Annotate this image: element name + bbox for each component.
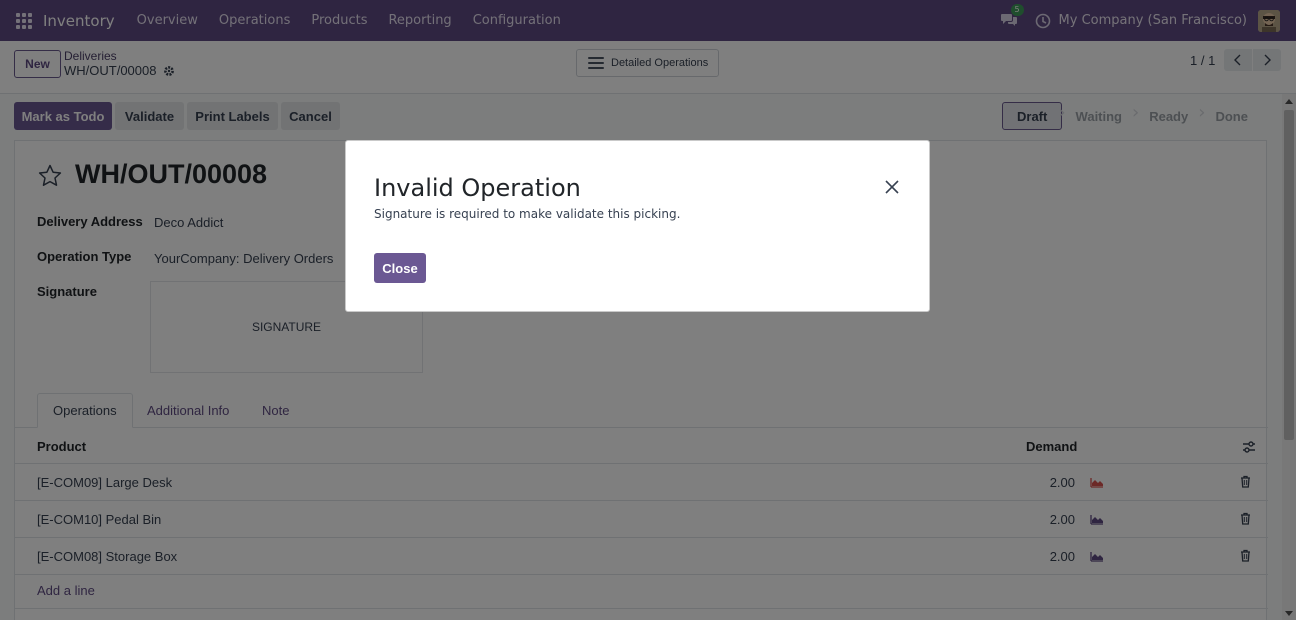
- modal-title: Invalid Operation: [374, 174, 581, 202]
- modal-message: Signature is required to make validate t…: [374, 207, 681, 221]
- invalid-operation-dialog: Invalid Operation Signature is required …: [345, 140, 930, 312]
- close-button[interactable]: Close: [374, 253, 426, 283]
- close-icon[interactable]: [884, 179, 900, 195]
